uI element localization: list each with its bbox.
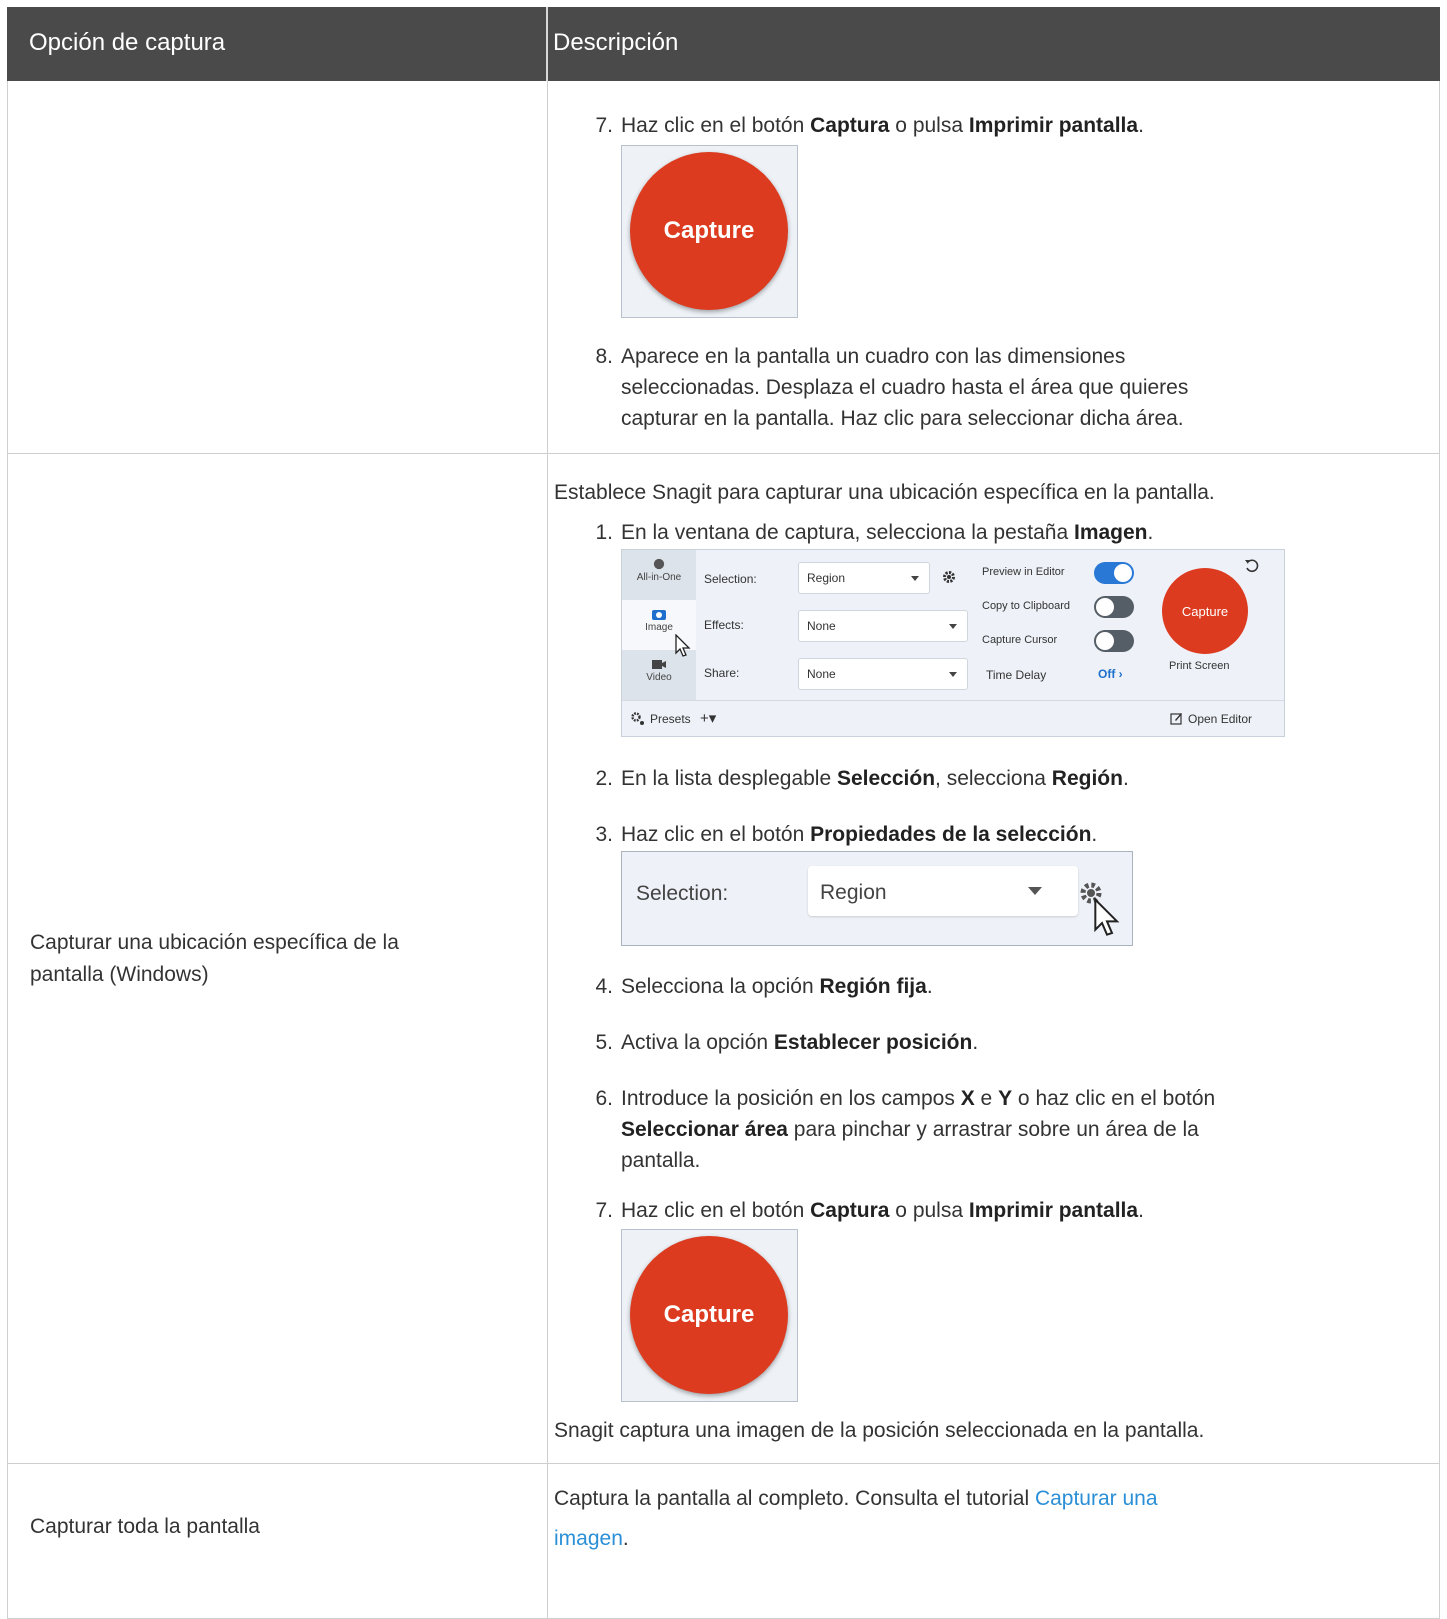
table-row: 7. Haz clic en el botón Captura o pulsa … <box>7 81 1440 454</box>
selection-dropdown[interactable]: Region <box>798 562 930 594</box>
step-number: 7. <box>595 1199 613 1222</box>
step-number: 8. <box>595 345 613 368</box>
step-number: 1. <box>595 521 613 544</box>
preview-label: Preview in Editor <box>982 566 1065 578</box>
step-text: En la ventana de captura, selecciona la … <box>621 521 1154 544</box>
step-number: 2. <box>595 767 613 790</box>
step-text: Seleccionar área para pinchar y arrastra… <box>621 1118 1199 1141</box>
header-description: Descripción <box>553 29 679 56</box>
chevron-down-icon <box>949 624 957 629</box>
tab-video[interactable]: Video <box>622 650 696 700</box>
record-icon <box>653 558 665 570</box>
snagit-capture-panel: All-in-One Image Video Selection: Region… <box>621 549 1285 737</box>
row-text: Captura la pantalla al completo. Consult… <box>554 1487 1158 1510</box>
preview-toggle[interactable] <box>1094 562 1134 584</box>
cursor-label: Capture Cursor <box>982 634 1058 646</box>
table-row: Capturar una ubicación específica de la … <box>7 453 1440 1464</box>
gear-icon[interactable] <box>942 570 956 584</box>
step-text: Introduce la posición en los campos X e … <box>621 1087 1216 1110</box>
row-text: imagen. <box>554 1527 629 1550</box>
step-number: 5. <box>595 1031 613 1054</box>
step-number: 7. <box>595 114 613 137</box>
share-label: Share: <box>704 666 740 680</box>
selection-label: Selection: <box>704 572 757 586</box>
effects-label: Effects: <box>704 618 744 632</box>
mouse-cursor-icon <box>1094 898 1120 936</box>
capture-screenshot: Capture <box>621 145 798 318</box>
tab-all-in-one[interactable]: All-in-One <box>622 550 696 600</box>
step-text: Haz clic en el botón Captura o pulsa Imp… <box>621 1199 1144 1222</box>
option-label: Capturar una ubicación específica de la <box>30 931 399 954</box>
selection-properties-screenshot: Selection: Region <box>621 851 1133 946</box>
cursor-toggle[interactable] <box>1094 630 1134 652</box>
tutorial-link[interactable]: Capturar una <box>1035 1487 1158 1510</box>
header-option: Opción de captura <box>29 29 226 56</box>
presets-label[interactable]: Presets <box>650 712 691 726</box>
capture-button[interactable]: Capture <box>630 152 788 310</box>
outro-text: Snagit captura una imagen de la posición… <box>554 1419 1205 1442</box>
step-text: Aparece en la pantalla un cuadro con las… <box>621 345 1126 368</box>
step-text: Selecciona la opción Región fija. <box>621 975 933 998</box>
camera-icon <box>652 610 666 620</box>
capture-button[interactable]: Capture <box>630 1236 788 1394</box>
panel-footer: Presets +▾ Open Editor <box>622 700 1284 737</box>
option-label: Capturar toda la pantalla <box>30 1515 260 1538</box>
video-icon <box>652 660 666 669</box>
step-number: 6. <box>595 1087 613 1110</box>
step-text: Haz clic en el botón Propiedades de la s… <box>621 823 1098 846</box>
step-number: 3. <box>595 823 613 846</box>
intro-text: Establece Snagit para capturar una ubica… <box>554 481 1215 504</box>
capture-screenshot: Capture <box>621 1229 798 1402</box>
effects-dropdown[interactable]: None <box>798 610 968 642</box>
reset-icon[interactable] <box>1244 558 1260 574</box>
tutorial-link[interactable]: imagen <box>554 1527 623 1550</box>
delay-value[interactable]: Off › <box>1098 667 1123 681</box>
open-editor-button[interactable]: Open Editor <box>1188 712 1252 726</box>
print-screen-label: Print Screen <box>1169 660 1230 672</box>
table-header: Opción de captura Descripción <box>7 7 1440 81</box>
presets-gear-icon[interactable] <box>630 711 646 727</box>
table-row: Capturar toda la pantalla Captura la pan… <box>7 1463 1440 1619</box>
chevron-down-icon <box>949 672 957 677</box>
chevron-down-icon <box>1028 887 1042 895</box>
edit-icon <box>1170 713 1182 725</box>
chevron-down-icon <box>911 576 919 581</box>
panel-capture-button[interactable]: Capture <box>1162 568 1248 654</box>
selection-label: Selection: <box>636 882 729 905</box>
step-text: Activa la opción Establecer posición. <box>621 1031 979 1054</box>
step-text: En la lista desplegable Selección, selec… <box>621 767 1129 790</box>
step-text: Haz clic en el botón Captura o pulsa Imp… <box>621 114 1144 137</box>
option-label: pantalla (Windows) <box>30 963 209 986</box>
step-text: pantalla. <box>621 1149 701 1172</box>
clipboard-toggle[interactable] <box>1094 596 1134 618</box>
share-dropdown[interactable]: None <box>798 658 968 690</box>
step-text: capturar en la pantalla. Haz clic para s… <box>621 407 1184 430</box>
delay-label: Time Delay <box>986 668 1047 682</box>
step-text: seleccionadas. Desplaza el cuadro hasta … <box>621 376 1189 399</box>
step-number: 4. <box>595 975 613 998</box>
selection-dropdown[interactable]: Region <box>808 866 1078 916</box>
add-preset-icon[interactable]: +▾ <box>700 709 716 727</box>
clipboard-label: Copy to Clipboard <box>982 600 1071 612</box>
